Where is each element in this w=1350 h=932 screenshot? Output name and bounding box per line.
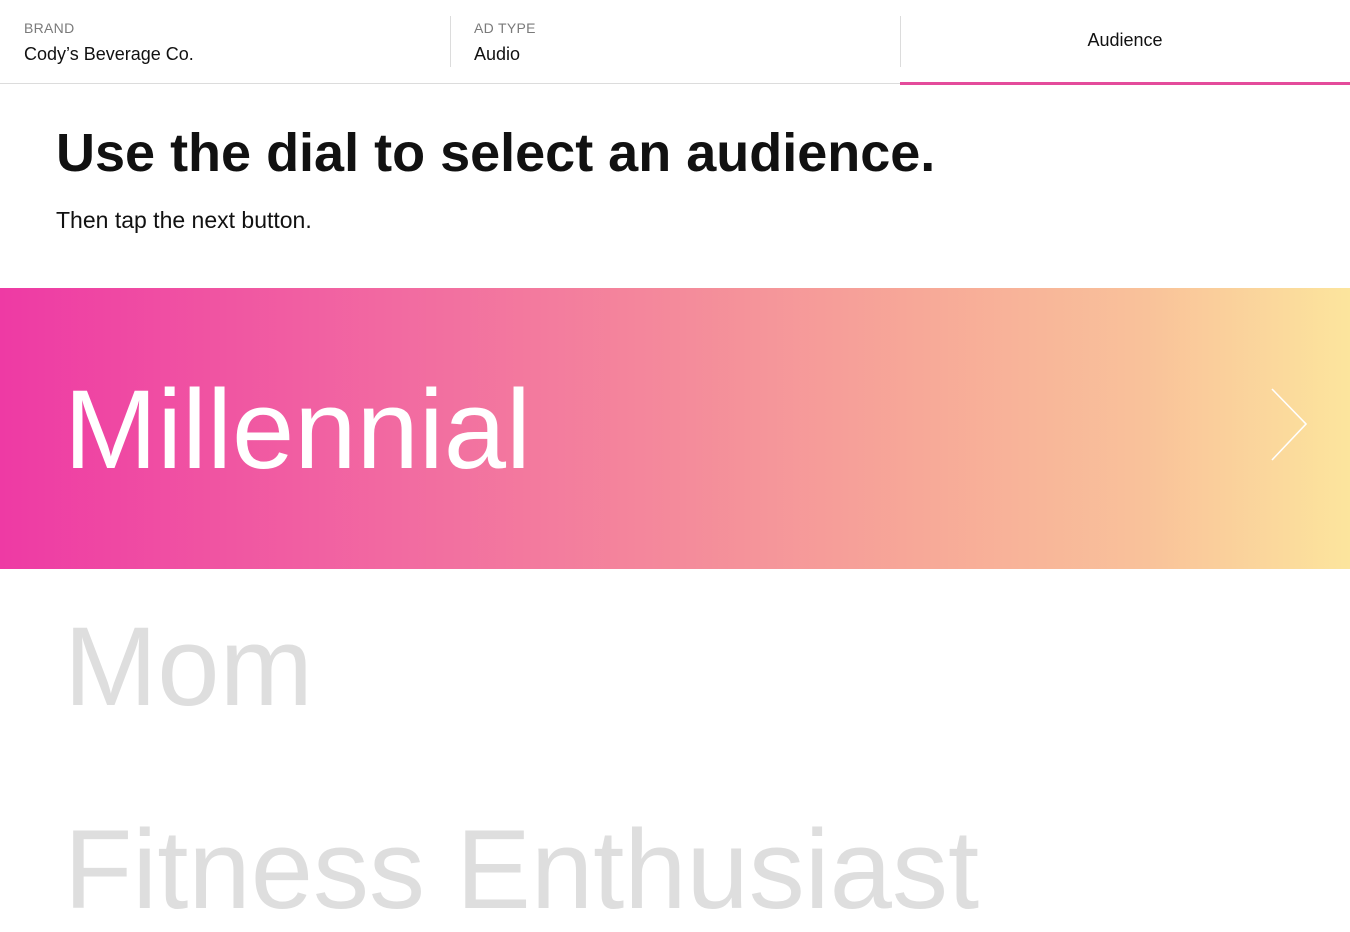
dial-selected-option[interactable]: Millennial — [0, 288, 1350, 569]
step-ad-type[interactable]: AD TYPE Audio — [450, 0, 900, 83]
next-button[interactable] — [1262, 384, 1318, 474]
page-title: Use the dial to select an audience. — [56, 123, 936, 183]
step-audience-label: Audience — [1087, 30, 1163, 50]
dial-option-fitness-enthusiast[interactable]: Fitness Enthusiast — [64, 808, 979, 931]
step-audience[interactable]: Audience — [900, 0, 1350, 85]
page-subtitle: Then tap the next button. — [56, 207, 312, 233]
step-brand-label: BRAND — [24, 20, 75, 36]
progress-header: BRAND Cody’s Beverage Co. AD TYPE Audio … — [0, 0, 1350, 85]
dial-option-mom[interactable]: Mom — [64, 605, 313, 728]
step-brand-value: Cody’s Beverage Co. — [24, 44, 194, 64]
step-ad-type-label: AD TYPE — [474, 20, 536, 36]
dial-selected-label: Millennial — [64, 367, 531, 492]
active-step-indicator — [900, 82, 1350, 85]
step-brand[interactable]: BRAND Cody’s Beverage Co. — [0, 0, 450, 83]
chevron-right-icon — [1271, 388, 1308, 461]
step-ad-type-value: Audio — [474, 44, 521, 64]
